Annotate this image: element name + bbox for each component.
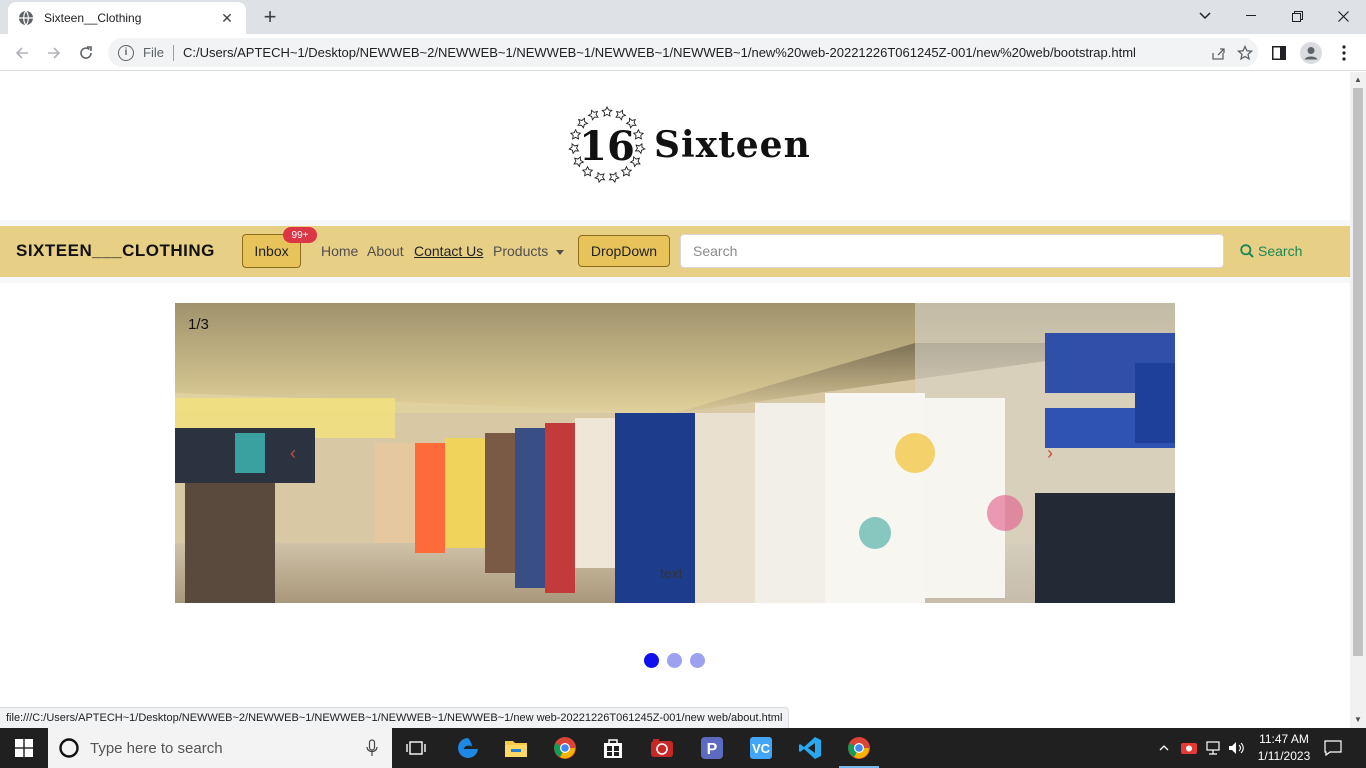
carousel-dot[interactable] [667,653,682,668]
system-clock[interactable]: 11:47 AM 1/11/2023 [1252,731,1316,765]
tab-search-icon[interactable] [1182,0,1228,32]
vscode-icon[interactable] [786,728,834,768]
new-tab-button[interactable]: + [258,5,282,29]
logo-seal-icon: 16 [566,104,648,186]
svg-text:P: P [707,741,718,758]
back-icon[interactable] [9,40,35,66]
close-window-icon[interactable] [1320,0,1366,32]
page-scrollbar[interactable]: ▲ ▼ [1350,72,1366,728]
forward-icon[interactable] [41,40,67,66]
side-panel-icon[interactable] [1266,40,1292,66]
microphone-icon[interactable] [366,739,378,757]
nav-link-home[interactable]: Home [321,243,358,259]
scroll-down-icon[interactable]: ▼ [1354,715,1362,724]
browser-tabstrip: Sixteen__Clothing ✕ + [0,0,1366,34]
task-view-icon[interactable] [392,728,440,768]
carousel-dot[interactable] [690,653,705,668]
page-viewport: 16 Sixteen SIXTEEN___CLOTHING Inbox 99+ … [0,72,1350,728]
show-hidden-icons-icon[interactable] [1155,728,1173,768]
edge-browser-icon[interactable] [444,728,492,768]
navbar-bottom-band [0,277,1350,283]
nav-link-about[interactable]: About [367,243,404,259]
info-icon[interactable]: i [118,44,134,61]
windows-start-icon[interactable] [0,728,48,768]
main-navbar: SIXTEEN___CLOTHING Inbox 99+ Home About … [0,226,1350,277]
search-button[interactable]: Search [1240,237,1302,265]
carousel-indicators [644,653,713,668]
caret-down-icon [556,249,565,255]
store-icon[interactable] [589,728,637,768]
reload-icon[interactable] [73,40,99,66]
restore-icon[interactable] [1274,0,1320,32]
close-tab-icon[interactable]: ✕ [218,9,236,27]
file-explorer-icon[interactable] [492,728,540,768]
address-bar[interactable]: i File C:/Users/APTECH~1/Desktop/NEWWEB~… [108,38,1258,67]
search-icon [1240,244,1254,258]
browser-toolbar: i File C:/Users/APTECH~1/Desktop/NEWWEB~… [0,34,1366,71]
carousel-next-icon[interactable]: › [1047,443,1053,464]
nav-link-contact-us[interactable]: Contact Us [414,243,483,259]
chrome-icon[interactable] [541,728,589,768]
scroll-thumb[interactable] [1353,88,1363,656]
taskbar-search-box[interactable]: Type here to search [48,728,392,768]
products-label: Products [493,243,549,259]
chrome-active-icon[interactable] [835,728,883,768]
volume-icon[interactable] [1226,728,1248,768]
camera-app-icon[interactable] [638,728,686,768]
slide-counter: 1/3 [188,316,209,333]
logo-numeral: 16 [579,123,635,170]
vc-app-icon[interactable]: VC [737,728,785,768]
search-input[interactable] [680,234,1224,268]
clock-date: 1/11/2023 [1257,749,1311,763]
menu-kebab-icon[interactable] [1331,40,1357,66]
clock-time: 11:47 AM [1259,732,1309,746]
browser-tab[interactable]: Sixteen__Clothing ✕ [8,2,246,34]
globe-icon [18,10,34,26]
divider [172,44,174,61]
network-icon[interactable] [1202,728,1224,768]
bookmark-star-icon[interactable] [1232,40,1258,66]
tab-title: Sixteen__Clothing [44,11,142,25]
scroll-up-icon[interactable]: ▲ [1354,75,1362,84]
svg-text:VC: VC [752,741,771,756]
cortana-icon [59,738,79,758]
share-icon[interactable] [1206,40,1232,66]
windows-taskbar: Type here to search P VC 11:47 AM 1/11/2… [0,728,1366,768]
recording-icon[interactable] [1178,728,1200,768]
carousel-dot[interactable] [644,653,659,668]
profile-avatar-icon[interactable] [1298,40,1324,66]
scheme-label: File [143,45,164,60]
image-carousel[interactable]: 1/3 ‹ › text [175,303,1175,603]
site-logo[interactable]: 16 Sixteen [566,102,810,188]
p-app-icon[interactable]: P [688,728,736,768]
carousel-slide-image [175,303,1175,603]
url-text[interactable]: C:/Users/APTECH~1/Desktop/NEWWEB~2/NEWWE… [183,45,1206,60]
link-status-tooltip: file:///C:/Users/APTECH~1/Desktop/NEWWEB… [0,707,790,728]
slide-caption: text [660,565,683,581]
minimize-icon[interactable] [1228,0,1274,32]
inbox-count-badge: 99+ [283,227,317,243]
dropdown-button[interactable]: DropDown [578,235,670,267]
nav-link-products[interactable]: Products [493,243,565,259]
logo-wordmark: Sixteen [654,124,811,166]
navbar-brand[interactable]: SIXTEEN___CLOTHING [16,241,215,261]
notifications-icon[interactable] [1320,728,1346,768]
search-button-label: Search [1258,243,1303,259]
taskbar-search-placeholder: Type here to search [90,739,223,757]
carousel-prev-icon[interactable]: ‹ [290,443,296,464]
